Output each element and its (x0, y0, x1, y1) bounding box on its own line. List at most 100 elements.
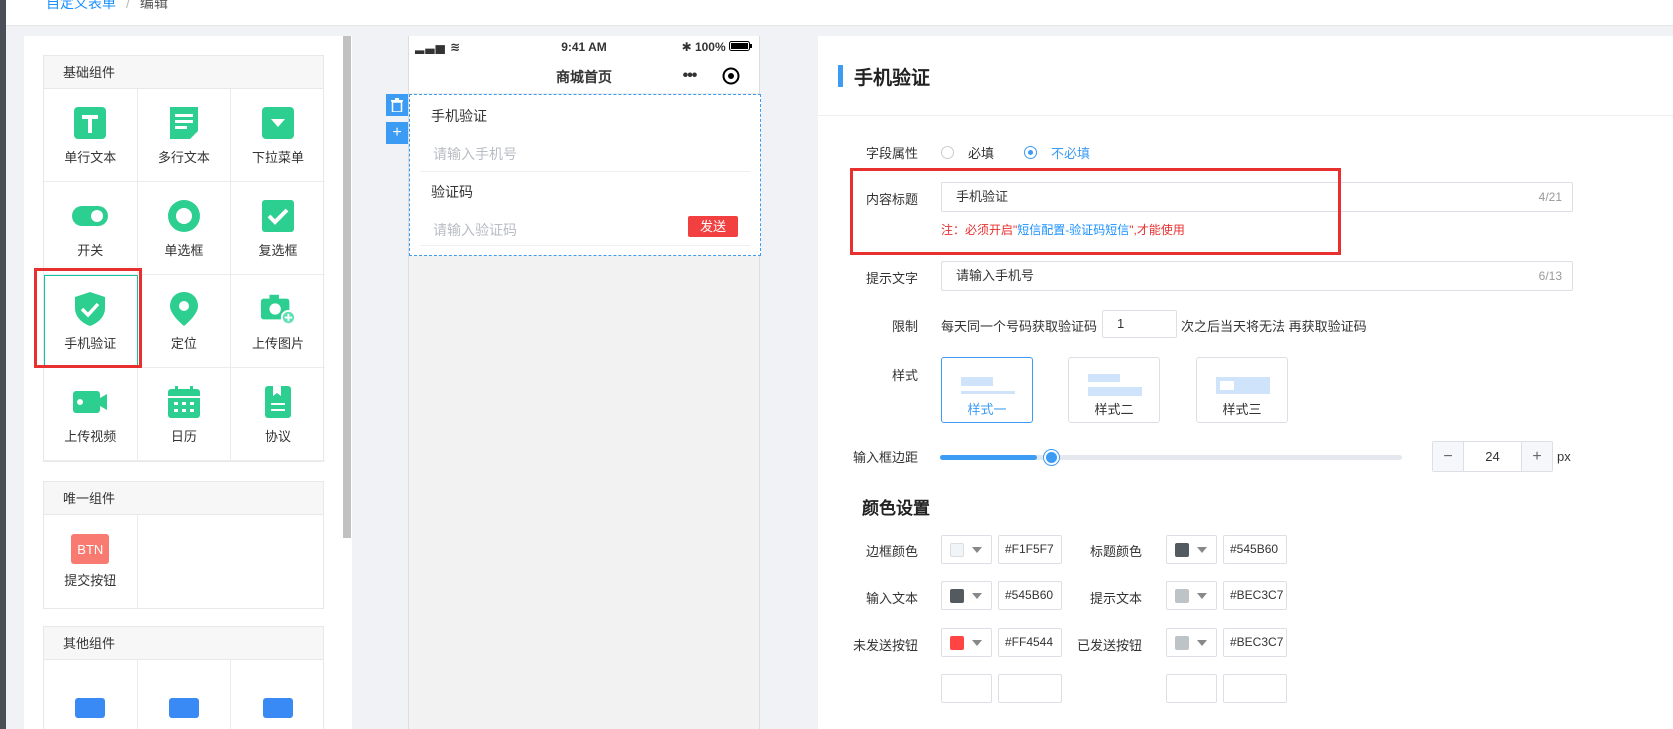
increase-plus-icon[interactable]: + (1522, 442, 1552, 471)
component-label: 定位 (170, 335, 197, 351)
divider (420, 171, 750, 172)
note-prefix: 注：必须开启" (941, 223, 1018, 237)
component-switch[interactable]: 开关 (44, 182, 138, 275)
note-suffix: ",才能使用 (1129, 223, 1185, 237)
component-upload-video[interactable]: 上传视频 (44, 368, 138, 461)
component-single-line-text[interactable]: 单行文本 (44, 89, 138, 182)
breadcrumb-separator: / (126, 0, 130, 11)
close-target-icon[interactable] (710, 67, 751, 85)
radio-required[interactable]: 必填 (941, 143, 994, 162)
title-color-hex-input[interactable]: #545B60 (1223, 535, 1287, 564)
char-count: 6/13 (1538, 269, 1562, 283)
group-title-other: 其他组件 (44, 627, 323, 660)
component-phone-verify[interactable]: 手机验证 (44, 275, 138, 368)
color-swatch (950, 635, 964, 650)
component-agreement[interactable]: 协议 (231, 368, 325, 461)
component-label: 日历 (170, 428, 197, 444)
caret-down-icon (972, 592, 982, 599)
title-color-picker[interactable] (1166, 535, 1217, 564)
component-label: 复选框 (258, 242, 298, 258)
content-title-input[interactable]: 手机验证 4/21 (941, 182, 1573, 212)
limit-text-after: 次之后当天将无法 再获取验证码 (1181, 319, 1367, 334)
component-label: 单行文本 (64, 149, 117, 165)
upload-image-icon (260, 291, 296, 327)
next-color-hex-input[interactable] (1223, 674, 1287, 703)
radio-circle-selected (1024, 146, 1037, 159)
component-checkbox[interactable]: 复选框 (231, 182, 325, 275)
component-other-2[interactable] (138, 660, 232, 729)
next-color-picker[interactable] (941, 674, 992, 703)
content-title-value: 手机验证 (956, 189, 1009, 204)
style-one-preview-icon (961, 377, 1015, 394)
preview-code-label: 验证码 (431, 184, 473, 200)
component-label: 手机验证 (64, 335, 117, 351)
component-location[interactable]: 定位 (137, 275, 232, 368)
component-panel-scrollbar[interactable] (343, 36, 351, 538)
component-calendar[interactable]: 日历 (137, 368, 232, 461)
caret-down-icon (1197, 639, 1207, 646)
breadcrumb-parent-link[interactable]: 自定义表单 (46, 0, 116, 11)
next-color-hex-input[interactable] (998, 674, 1062, 703)
input-text-color-picker[interactable] (941, 581, 992, 610)
more-dots-icon[interactable]: ••• (669, 67, 710, 85)
basic-components-group: 基础组件 单行文本 多行文本 下拉菜单 开关 单选框 复选框 手机验证 定位 上… (43, 55, 325, 462)
sent-button-color-hex-input[interactable]: #BEC3C7 (1223, 628, 1287, 657)
limit-count-input[interactable]: 1 (1102, 310, 1177, 338)
component-radio[interactable]: 单选框 (137, 182, 232, 275)
input-margin-value[interactable]: 24 (1463, 442, 1522, 471)
upload-video-icon (72, 384, 108, 420)
component-label: 多行文本 (157, 149, 210, 165)
input-margin-slider-handle[interactable] (1044, 450, 1059, 465)
component-submit-button[interactable]: BTN 提交按钮 (44, 515, 138, 608)
btn-badge-icon: BTN (71, 534, 110, 564)
calendar-icon (166, 384, 202, 420)
send-code-button[interactable]: 发送 (688, 216, 738, 237)
preview-code-input[interactable]: 请输入验证码 (433, 220, 517, 240)
component-dropdown[interactable]: 下拉菜单 (231, 89, 325, 182)
caret-down-icon (1197, 592, 1207, 599)
style-option-2[interactable]: 样式二 (1068, 357, 1160, 423)
component-other-1[interactable] (44, 660, 138, 729)
style-option-3[interactable]: 样式三 (1196, 357, 1288, 423)
left-sidebar-strip (0, 0, 6, 729)
style-option-1[interactable]: 样式一 (941, 357, 1033, 423)
style-three-preview-icon (1216, 377, 1270, 394)
unsent-button-color-label: 未发送按钮 (852, 638, 918, 653)
sms-config-link[interactable]: 短信配置-验证码短信 (1017, 223, 1129, 237)
component-other-3[interactable] (231, 660, 325, 729)
sms-config-note: 注：必须开启"短信配置-验证码短信",才能使用 (941, 221, 1185, 238)
hint-text-input[interactable]: 请输入手机号 6/13 (941, 261, 1573, 291)
style-label: 样式 (891, 368, 918, 383)
multi-line-text-icon (166, 105, 202, 141)
preview-phone-input[interactable]: 请输入手机号 (433, 144, 517, 164)
next-color-picker[interactable] (1166, 674, 1217, 703)
add-plus-icon[interactable]: + (386, 122, 408, 144)
style-option-label: 样式二 (1094, 402, 1134, 417)
sent-button-color-picker[interactable] (1166, 628, 1217, 657)
radio-optional[interactable]: 不必填 (1024, 143, 1090, 162)
input-margin-stepper[interactable]: − 24 + (1432, 441, 1553, 472)
phone-preview: ▂▃▅ ≋ 9:41 AM ✱ 100% 商城首页 ••• 手机验证 请输入手机… (408, 36, 761, 729)
delete-trash-icon[interactable] (386, 94, 408, 116)
group-title-unique: 唯一组件 (44, 482, 323, 515)
hint-text-color-hex-input[interactable]: #BEC3C7 (1223, 581, 1287, 610)
unsent-button-color-picker[interactable] (941, 628, 992, 657)
color-swatch (1175, 542, 1189, 557)
color-swatch (1175, 588, 1189, 603)
input-text-color-label: 输入文本 (865, 591, 918, 606)
properties-title: 手机验证 (854, 68, 931, 89)
color-swatch (1175, 635, 1189, 650)
mini-program-capsule[interactable]: ••• (669, 63, 751, 89)
radio-icon (166, 198, 202, 234)
sent-button-color-label: 已发送按钮 (1076, 638, 1142, 653)
decrease-minus-icon[interactable]: − (1433, 442, 1463, 471)
input-margin-slider-track[interactable] (940, 455, 1402, 460)
component-multi-line-text[interactable]: 多行文本 (137, 89, 232, 182)
field-attr-label: 字段属性 (865, 146, 918, 161)
form-preview-phone-verify[interactable]: 手机验证 请输入手机号 验证码 请输入验证码 发送 (409, 94, 761, 256)
border-color-picker[interactable] (941, 535, 992, 564)
style-two-preview-icon (1088, 374, 1142, 396)
component-upload-image[interactable]: 上传图片 (231, 275, 325, 368)
hint-text-color-picker[interactable] (1166, 581, 1217, 610)
caret-down-icon (972, 546, 982, 553)
